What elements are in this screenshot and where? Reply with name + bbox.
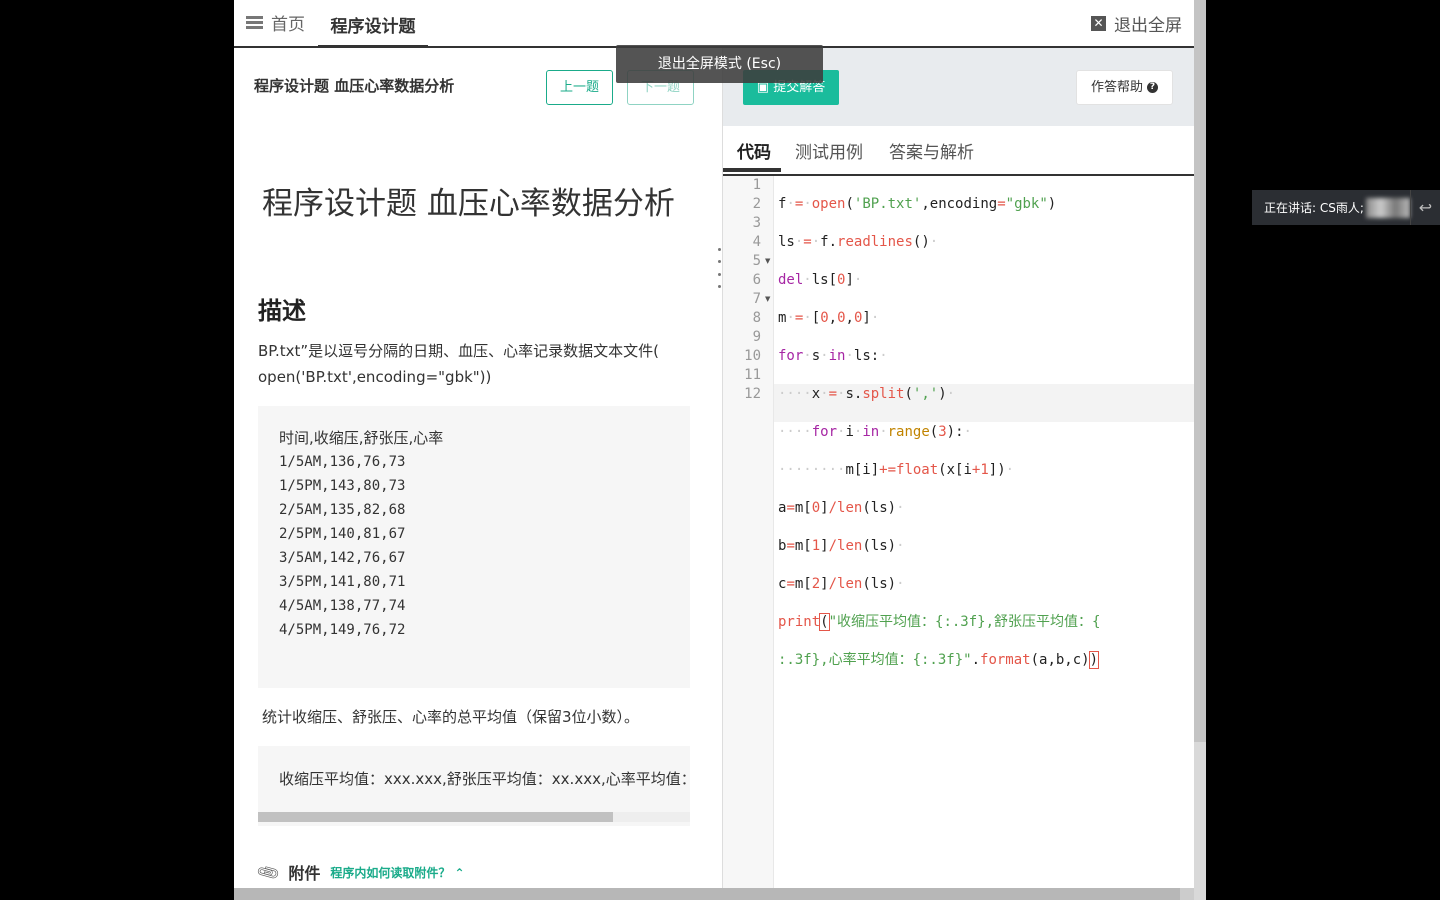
description-text: BP.txt”是以逗号分隔的日期、血压、心率记录数据文本文件( open('BP… (258, 338, 698, 390)
code-editor[interactable]: 1 2 3 4 5 ▼ 6 7 ▼ 8 9 10 11 12 f·=·open(… (723, 176, 1194, 888)
answer-help-button[interactable]: 作答帮助? (1076, 70, 1173, 105)
line-number: 8 (752, 310, 761, 326)
tab-code[interactable]: 代码 (737, 138, 771, 163)
nav-home[interactable]: 首页 (246, 10, 305, 35)
code-line: ····for·i·in·range(3):· (778, 424, 972, 440)
line-number: 11 (744, 367, 761, 383)
line-number: 2 (752, 196, 761, 212)
attachment-section: 📎︎ 附件 程序内如何读取附件？ ⌃ (254, 858, 465, 886)
code-line: b=m[1]/len(ls)· (778, 538, 905, 554)
line-number: 3 (752, 215, 761, 231)
description-line: open('BP.txt',encoding="gbk")) (258, 368, 492, 386)
line-number: 6 (752, 272, 761, 288)
app-window: 首页 程序设计题 ✕ 退出全屏 程序设计题 血压心率数据分析 上一题 下一题 程… (234, 0, 1194, 900)
speaking-label: 正在讲话: CS雨人; (1264, 201, 1364, 215)
code-line: m·=·[0,0,0]· (778, 310, 880, 326)
data-line: 3/5AM,142,76,67 (279, 550, 406, 566)
attachment-help-link[interactable]: 程序内如何读取附件？ ⌃ (330, 864, 464, 881)
paperclip-icon: 📎︎ (254, 858, 282, 886)
question-icon: ? (1147, 82, 1158, 93)
fullscreen-tooltip: 退出全屏模式 (Esc) (616, 45, 823, 83)
editor-tabs: 代码 测试用例 答案与解析 (723, 126, 1194, 176)
code-line: f·=·open('BP.txt',encoding="gbk") (778, 196, 1057, 212)
question-panel: 程序设计题 血压心率数据分析 上一题 下一题 程序设计题 血压心率数据分析 描述… (234, 48, 722, 888)
line-number: 5 (752, 253, 761, 269)
code-line: ····x·=·s.split(',')· (778, 386, 956, 402)
description-heading: 描述 (258, 297, 306, 325)
code-line: :.3f},心率平均值：{:.3f}".format(a,b,c)) (778, 651, 1100, 669)
line-number: 1 (752, 177, 761, 193)
question-title: 程序设计题 血压心率数据分析 (262, 186, 675, 222)
line-number: 7 (752, 291, 761, 307)
exit-fullscreen-label: 退出全屏 (1114, 16, 1182, 36)
editor-panel: ▣ 提交解答 作答帮助? 代码 测试用例 答案与解析 1 2 3 4 5 ▼ 6… (723, 48, 1194, 888)
data-line: 4/5AM,138,77,74 (279, 598, 406, 614)
exit-fullscreen-button[interactable]: ✕ 退出全屏 (1091, 11, 1182, 36)
line-number: 4 (752, 234, 761, 250)
data-line: 1/5AM,136,76,73 (279, 454, 406, 470)
tab-test-cases[interactable]: 测试用例 (795, 138, 863, 163)
task-text: 统计收缩压、舒张压、心率的总平均值（保留3位小数）。 (262, 708, 640, 726)
data-sample-block: 时间,收缩压,舒张压,心率 1/5AM,136,76,73 1/5PM,143,… (258, 406, 690, 688)
data-line: 1/5PM,143,80,73 (279, 478, 406, 494)
output-scrollbar-thumb[interactable] (258, 812, 613, 822)
description-line: BP.txt”是以逗号分隔的日期、血压、心率记录数据文本文件( (258, 342, 660, 360)
active-tab-indicator (723, 168, 781, 172)
fold-arrow-icon[interactable]: ▼ (765, 295, 770, 303)
prev-question-button[interactable]: 上一题 (546, 70, 613, 105)
code-line: ls·=·f.readlines()· (778, 234, 939, 250)
code-line: ········m[i]+=float(x[i+1])· (778, 462, 1015, 478)
help-label: 作答帮助 (1090, 80, 1143, 95)
data-line: 2/5AM,135,82,68 (279, 502, 406, 518)
data-line: 4/5PM,149,76,72 (279, 622, 406, 638)
line-number: 10 (744, 348, 761, 364)
top-nav: 首页 程序设计题 ✕ 退出全屏 (234, 0, 1194, 48)
output-scrollbar[interactable] (258, 812, 690, 822)
horizontal-scrollbar-thumb[interactable] (234, 888, 1180, 900)
data-line: 2/5PM,140,81,67 (279, 526, 406, 542)
code-line: for·s·in·ls:· (778, 348, 888, 364)
code-content[interactable]: f·=·open('BP.txt',encoding="gbk") ls·=·f… (778, 176, 1194, 708)
code-line: print("收缩压平均值：{:.3f},舒张压平均值：{ (778, 613, 1101, 631)
data-line: 时间,收缩压,舒张压,心率 (279, 429, 444, 447)
tab-programming[interactable]: 程序设计题 (318, 0, 428, 48)
speaking-indicator: 正在讲话: CS雨人; ↩ (1252, 190, 1440, 225)
output-example-block: 收缩压平均值：xxx.xxx,舒张压平均值：xx.xxx,心率平均值：xx.xx… (258, 746, 690, 826)
code-line: c=m[2]/len(ls)· (778, 576, 905, 592)
output-example: 收缩压平均值：xxx.xxx,舒张压平均值：xx.xxx,心率平均值：xx.xx… (279, 770, 690, 788)
line-gutter: 1 2 3 4 5 ▼ 6 7 ▼ 8 9 10 11 12 (723, 176, 774, 888)
close-icon: ✕ (1091, 16, 1106, 31)
tab-answer-analysis[interactable]: 答案与解析 (889, 138, 974, 163)
nav-home-label: 首页 (271, 15, 305, 35)
code-line: del·ls[0]· (778, 272, 863, 288)
code-line: a=m[0]/len(ls)· (778, 500, 905, 516)
fold-arrow-icon[interactable]: ▼ (765, 257, 770, 265)
resize-handle[interactable] (716, 248, 722, 288)
attachment-title: 附件 (288, 864, 321, 883)
data-line: 3/5PM,141,80,71 (279, 574, 406, 590)
reply-icon[interactable]: ↩ (1410, 190, 1440, 225)
menu-icon (246, 16, 263, 29)
line-number: 9 (752, 329, 761, 345)
page-scrollbar-thumb[interactable] (1194, 0, 1206, 742)
question-header-title: 程序设计题 血压心率数据分析 (254, 77, 455, 95)
blurred-avatar (1365, 197, 1410, 218)
line-number: 12 (744, 386, 761, 402)
